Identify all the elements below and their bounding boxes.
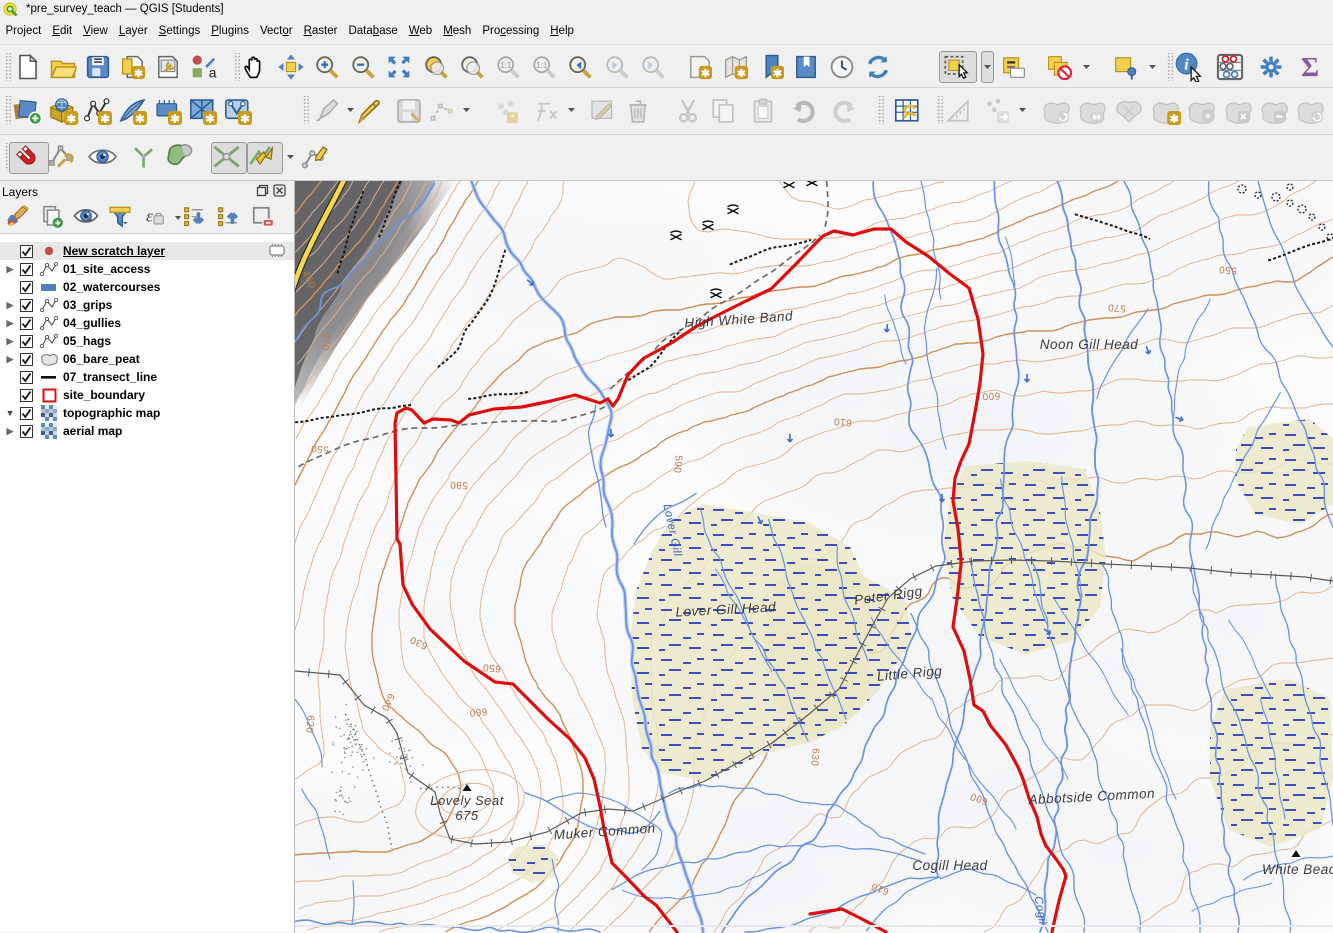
svg-text:Σ: Σ xyxy=(1301,52,1319,82)
svg-text:620: 620 xyxy=(303,715,316,734)
svg-text:Cogill Head: Cogill Head xyxy=(912,858,987,873)
svg-text:White Beaco: White Beaco xyxy=(1262,862,1333,877)
svg-text:600: 600 xyxy=(982,390,1001,402)
svg-text:580: 580 xyxy=(450,479,469,491)
svg-text:Noon Gill Head: Noon Gill Head xyxy=(1040,337,1139,352)
svg-text:675: 675 xyxy=(455,808,478,823)
svg-text:650: 650 xyxy=(482,661,501,674)
svg-text:i: i xyxy=(1184,56,1189,73)
svg-text:a: a xyxy=(209,65,217,80)
svg-text:Lovely Seat: Lovely Seat xyxy=(430,793,504,808)
svg-text:*: * xyxy=(510,112,515,124)
svg-text:550: 550 xyxy=(1218,263,1237,276)
svg-text:ε: ε xyxy=(145,207,152,226)
svg-text:610: 610 xyxy=(833,415,852,428)
svg-text:590: 590 xyxy=(671,455,684,474)
svg-text:630: 630 xyxy=(808,748,821,767)
svg-text:570: 570 xyxy=(1107,301,1126,314)
svg-text:1:1: 1:1 xyxy=(536,61,548,70)
svg-text:1:1: 1:1 xyxy=(500,61,512,70)
svg-text:660: 660 xyxy=(469,705,488,718)
svg-text:550: 550 xyxy=(310,442,329,455)
